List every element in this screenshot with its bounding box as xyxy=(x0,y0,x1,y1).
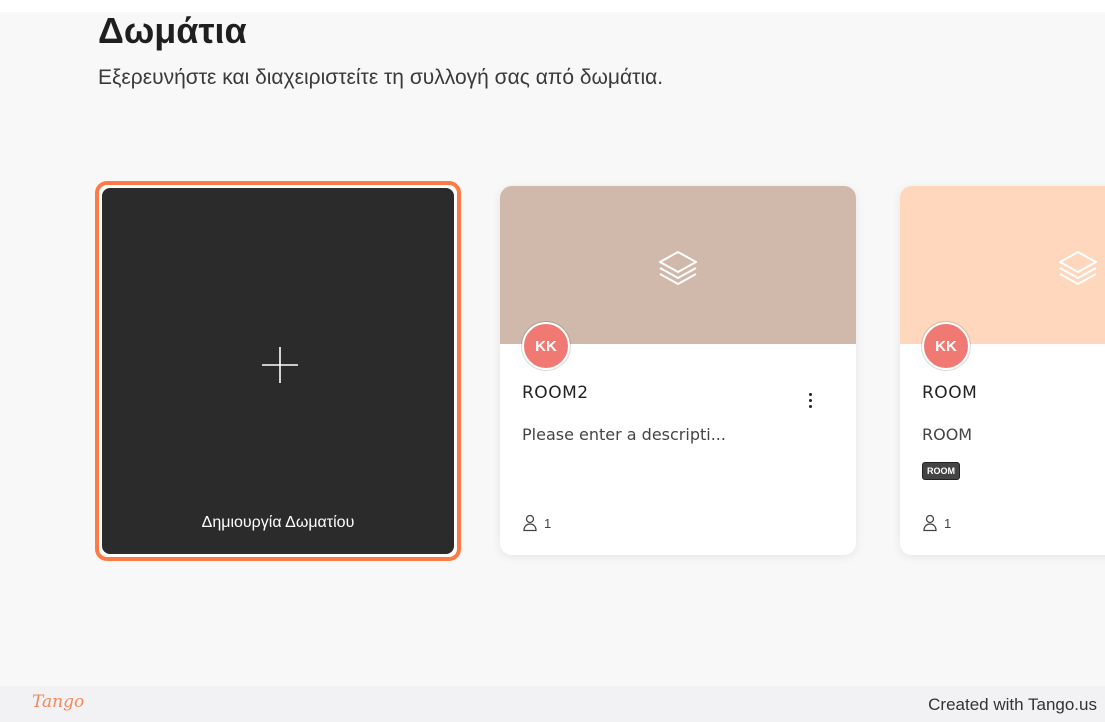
room-description: Please enter a descripti... xyxy=(522,425,726,444)
room-card-room[interactable]: KK ROOM ROOM ROOM 1 xyxy=(900,186,1105,555)
create-room-card[interactable]: Δημιουργία Δωματίου xyxy=(95,181,461,561)
create-room-tile[interactable]: Δημιουργία Δωματίου xyxy=(102,188,454,554)
room-name: ROOM2 xyxy=(522,383,589,403)
room-tag: ROOM xyxy=(922,462,960,480)
member-count-value: 1 xyxy=(944,515,952,531)
tango-credit: Created with Tango.us xyxy=(928,695,1097,714)
person-icon xyxy=(923,514,937,532)
room-banner xyxy=(900,186,1105,344)
layers-icon xyxy=(659,251,697,285)
room-description: ROOM xyxy=(922,425,973,444)
avatar[interactable]: KK xyxy=(922,322,970,370)
tango-logo: Tango xyxy=(32,692,85,712)
room-banner xyxy=(500,186,856,344)
page-title: Δωμάτια xyxy=(98,10,247,51)
tango-footer: Tango Created with Tango.us xyxy=(0,686,1105,722)
member-count: 1 xyxy=(522,514,551,532)
person-icon xyxy=(523,514,537,532)
avatar[interactable]: KK xyxy=(522,322,570,370)
rooms-page: Δωμάτια Εξερευνήστε και διαχειριστείτε τ… xyxy=(0,0,1105,686)
plus-icon xyxy=(262,347,298,383)
member-count: 1 xyxy=(922,514,951,532)
room-name: ROOM xyxy=(922,383,978,403)
room-card-room2[interactable]: KK ROOM2 Please enter a descripti... 1 xyxy=(500,186,856,555)
member-count-value: 1 xyxy=(544,515,552,531)
page-subtitle: Εξερευνήστε και διαχειριστείτε τη συλλογ… xyxy=(98,66,664,89)
create-room-label: Δημιουργία Δωματίου xyxy=(201,514,355,531)
more-options-icon[interactable] xyxy=(800,388,820,412)
layers-icon xyxy=(1059,251,1097,285)
